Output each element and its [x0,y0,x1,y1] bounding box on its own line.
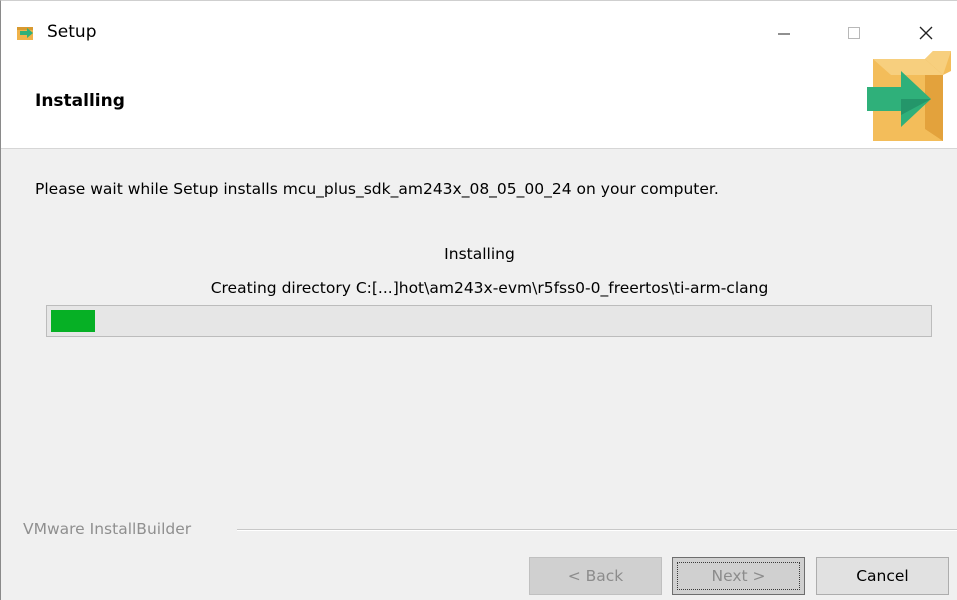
wait-message: Please wait while Setup installs mcu_plu… [35,180,719,198]
minimize-button[interactable] [761,13,807,53]
maximize-button[interactable] [831,13,877,53]
footer-divider [237,529,957,531]
install-progress-bar [46,305,932,337]
setup-window: Setup Installing Please wait while Setup… [0,0,957,600]
focus-ring [677,562,800,590]
page-title: Installing [35,91,125,111]
wizard-header: Installing [1,63,957,149]
progress-fill [51,310,95,332]
close-button[interactable] [903,13,949,53]
close-icon [919,26,933,40]
installer-box-icon [15,23,37,41]
brand-label: VMware InstallBuilder [23,520,192,538]
window-title: Setup [47,22,97,42]
status-detail: Creating directory C:[...]hot\am243x-evm… [210,279,769,297]
cancel-button[interactable]: Cancel [816,557,949,595]
installer-box-arrow-icon [859,51,955,147]
back-button[interactable]: < Back [529,557,662,595]
maximize-icon [848,27,860,39]
status-label: Installing [444,245,515,263]
title-bar[interactable]: Setup [1,1,957,63]
next-button[interactable]: Next > [672,557,805,595]
minimize-icon [778,33,790,35]
